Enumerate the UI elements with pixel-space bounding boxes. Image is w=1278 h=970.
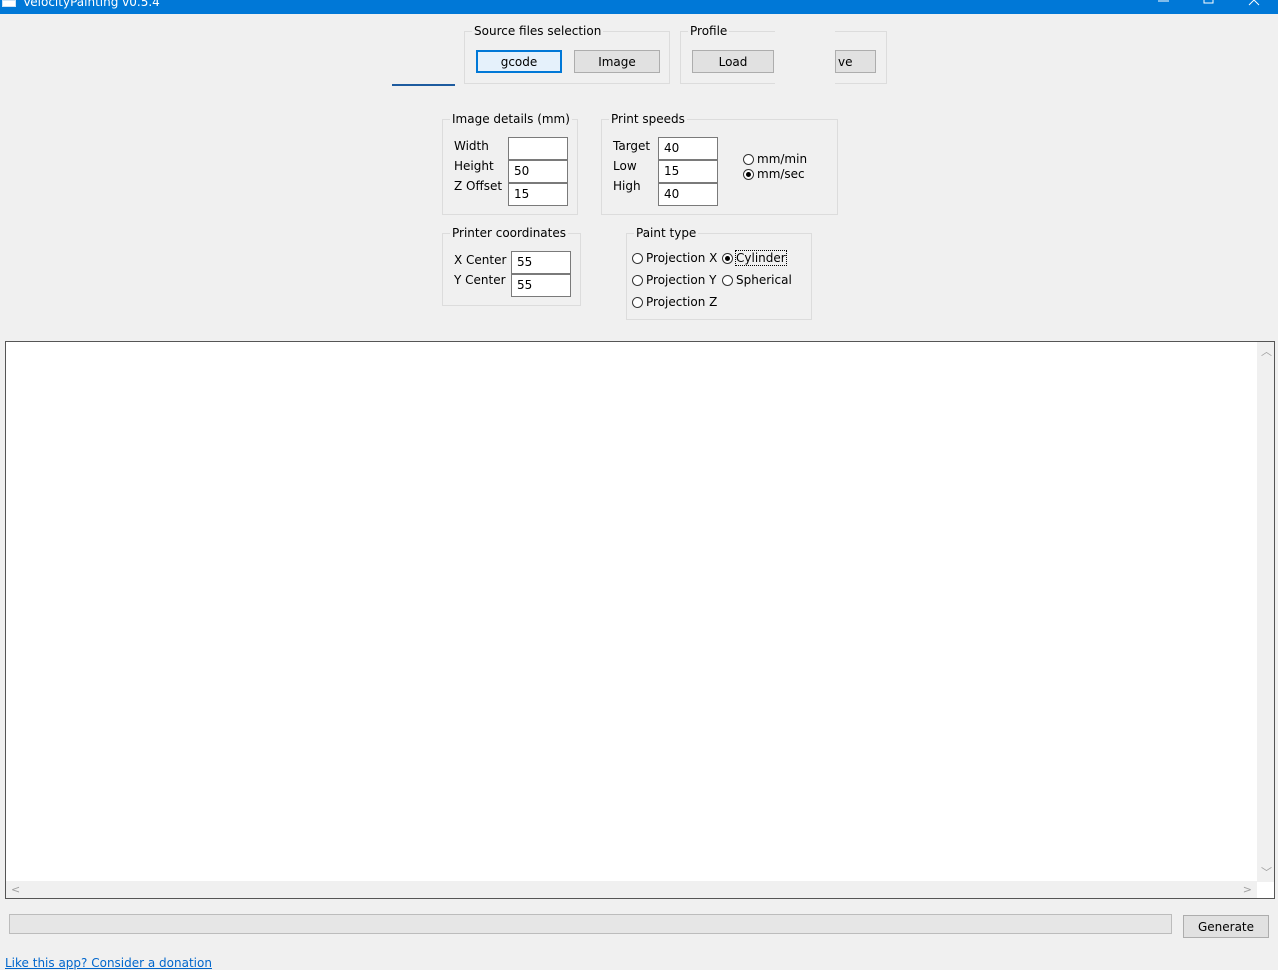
unit-mm-sec-label: mm/sec [757,167,805,181]
y-center-label: Y Center [454,273,506,287]
paint-type-legend: Paint type [634,226,699,240]
unit-mm-sec-radio[interactable]: mm/sec [743,167,805,181]
progress-bar [9,914,1172,934]
overlap-gap [775,28,835,88]
high-speed-input[interactable]: 40 [658,183,718,206]
height-label: Height [454,159,494,173]
target-label: Target [613,139,651,153]
scroll-right-icon[interactable]: > [1243,884,1252,895]
projection-z-radio[interactable]: Projection Z [632,295,717,309]
minimize-icon[interactable] [1154,0,1174,10]
tab-underline [392,84,455,86]
image-button[interactable]: Image [574,50,660,73]
generate-button[interactable]: Generate [1183,915,1269,938]
radio-circle [743,153,754,165]
printer-coordinates-legend: Printer coordinates [450,226,568,240]
load-profile-button[interactable]: Load [692,50,774,73]
scroll-up-icon[interactable]: ︿ [1261,346,1272,357]
radio-circle-selected [743,168,754,180]
donation-link[interactable]: Like this app? Consider a donation [5,956,212,970]
projection-y-label: Projection Y [646,273,717,287]
window-title: VelocityPainting v0.5.4 [23,0,160,9]
projection-y-radio[interactable]: Projection Y [632,273,716,287]
y-center-input[interactable]: 55 [511,274,571,297]
radio-circle [722,274,733,286]
width-label: Width [454,139,489,153]
low-label: Low [613,159,637,173]
profile-legend: Profile [688,24,730,38]
app-icon [2,0,16,7]
zoffset-input[interactable]: 15 [508,183,568,206]
zoffset-label: Z Offset [454,179,503,193]
target-speed-input[interactable]: 40 [658,137,718,160]
source-files-legend: Source files selection [472,24,604,38]
radio-circle-selected [722,252,733,264]
x-center-label: X Center [454,253,507,267]
unit-mm-min-label: mm/min [757,152,808,166]
projection-z-label: Projection Z [646,295,718,309]
width-input[interactable] [508,137,568,160]
projection-x-label: Projection X [646,251,718,265]
radio-circle [632,252,643,264]
gcode-button[interactable]: gcode [476,50,562,73]
scroll-left-icon[interactable]: < [11,884,20,895]
spherical-label: Spherical [736,273,792,287]
low-speed-input[interactable]: 15 [658,160,718,183]
cylinder-radio[interactable]: Cylinder [722,250,787,266]
save-profile-button[interactable]: ve [835,50,876,73]
close-icon[interactable] [1244,0,1264,10]
height-input[interactable]: 50 [508,160,568,183]
cylinder-label: Cylinder [735,250,787,266]
restore-icon[interactable] [1199,0,1219,10]
image-details-legend: Image details (mm) [450,112,572,126]
radio-circle [632,296,643,308]
print-speeds-legend: Print speeds [609,112,687,126]
scroll-down-icon[interactable]: ﹀ [1261,867,1272,878]
x-center-input[interactable]: 55 [511,251,571,274]
unit-mm-min-radio[interactable]: mm/min [743,152,807,166]
spherical-radio[interactable]: Spherical [722,273,792,287]
title-bar: VelocityPainting v0.5.4 [0,0,1278,14]
high-label: High [613,179,641,193]
horizontal-scrollbar[interactable]: < > [6,881,1257,898]
projection-x-radio[interactable]: Projection X [632,251,717,265]
vertical-scrollbar[interactable]: ︿ ﹀ [1257,342,1274,882]
preview-area[interactable]: ︿ ﹀ < > [5,341,1275,899]
radio-circle [632,274,643,286]
